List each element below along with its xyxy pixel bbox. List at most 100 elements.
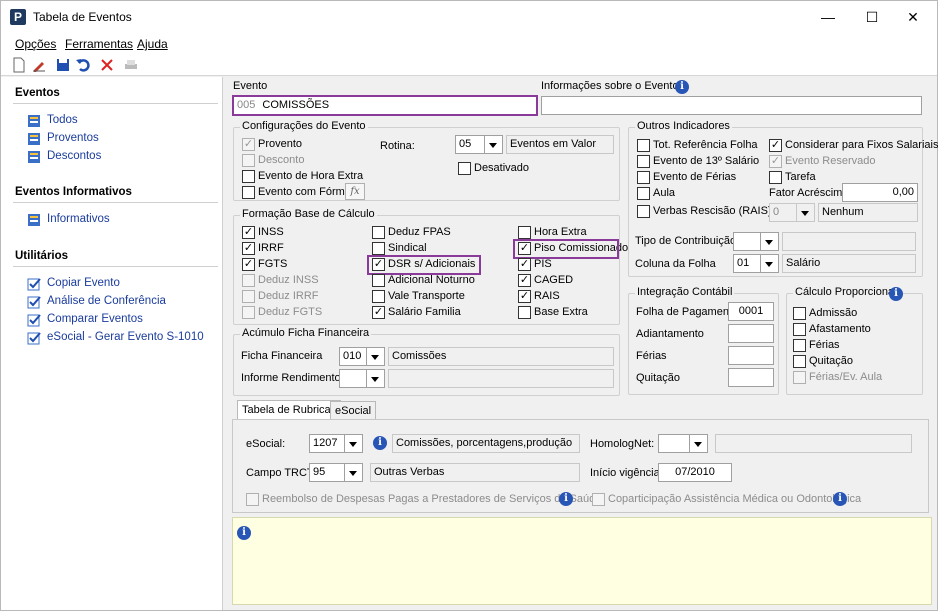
ficha-dropdown[interactable] bbox=[367, 347, 385, 366]
sidebar-section-eventos: Eventos bbox=[15, 87, 60, 99]
info-icon[interactable]: i bbox=[889, 287, 903, 301]
integracao-group: Integração Contábil Folha de Pagamento 0… bbox=[628, 286, 779, 395]
esocial-dropdown[interactable] bbox=[345, 434, 363, 453]
delete-icon[interactable] bbox=[99, 57, 115, 73]
formula-icon[interactable]: fx bbox=[345, 183, 365, 200]
undo-icon[interactable] bbox=[75, 57, 91, 73]
new-icon[interactable] bbox=[11, 57, 27, 73]
proporcional-group: Cálculo Proporcional Admissão Afastament… bbox=[786, 286, 923, 395]
divider bbox=[13, 266, 218, 267]
verbas-dropdown[interactable] bbox=[797, 203, 815, 222]
info-evento-input[interactable] bbox=[541, 96, 922, 115]
base-calculo-group: Formação Base de Cálculo ✓ INSS ✓ IRRF ✓ FG… bbox=[233, 208, 628, 325]
close-button[interactable]: ✕ bbox=[898, 6, 928, 28]
sidebar-section-utilitarios: Utilitários bbox=[15, 250, 69, 262]
fator-input[interactable]: 0,00 bbox=[842, 183, 918, 202]
base-title: Formação Base de Cálculo bbox=[240, 208, 377, 220]
sidebar-section-informativos: Eventos Informativos bbox=[15, 186, 132, 198]
tipo-value bbox=[782, 232, 916, 251]
checkmark-icon bbox=[27, 277, 41, 291]
toolbar bbox=[1, 54, 937, 76]
informe-dropdown[interactable] bbox=[367, 369, 385, 388]
esocial-code[interactable]: 1207 bbox=[309, 434, 345, 453]
proporcional-title: Cálculo Proporcional bbox=[793, 286, 899, 298]
info-icon[interactable]: i bbox=[373, 436, 387, 450]
list-icon bbox=[27, 150, 41, 164]
informe-code[interactable] bbox=[339, 369, 367, 388]
fator-label: Fator Acréscimo bbox=[769, 187, 849, 199]
folha-pagamento-input[interactable]: 0001 bbox=[728, 302, 774, 321]
tab-esocial[interactable]: eSocial bbox=[330, 401, 377, 420]
homolognet-dropdown[interactable] bbox=[690, 434, 708, 453]
main-panel: Evento 005 COMISSÕES Informações sobre o… bbox=[229, 77, 938, 610]
trct-value: Outras Verbas bbox=[370, 463, 580, 482]
adiantamento-label: Adiantamento bbox=[636, 328, 704, 340]
coluna-code[interactable]: 01 bbox=[733, 254, 761, 273]
inicio-vigencia-label: Início vigência: bbox=[590, 467, 663, 479]
coluna-folha-label: Coluna da Folha bbox=[635, 258, 716, 270]
rotina-code[interactable]: 05 bbox=[455, 135, 485, 154]
info-icon[interactable]: i bbox=[833, 492, 847, 506]
homolognet-label: HomologNet: bbox=[590, 438, 655, 450]
app-window: P Tabela de Eventos — ☐ ✕ Opções Ferrame… bbox=[0, 0, 938, 611]
outros-title: Outros Indicadores bbox=[635, 120, 732, 132]
list-icon bbox=[27, 132, 41, 146]
save-icon[interactable] bbox=[55, 57, 71, 73]
info-icon[interactable]: i bbox=[675, 80, 689, 94]
homolognet-code[interactable] bbox=[658, 434, 690, 453]
ficha-code[interactable]: 010 bbox=[339, 347, 367, 366]
app-logo-icon: P bbox=[10, 9, 26, 25]
info-icon: i bbox=[237, 526, 251, 540]
minimize-button[interactable]: — bbox=[813, 6, 843, 28]
evento-label: Evento bbox=[233, 80, 268, 92]
tipo-code[interactable] bbox=[733, 232, 761, 251]
quitacao-input[interactable] bbox=[728, 368, 774, 387]
menu-ferramentas[interactable]: Ferramentas bbox=[65, 37, 133, 51]
esocial-value: Comissões, porcentagens,produção bbox=[392, 434, 580, 453]
quitacao-label: Quitação bbox=[636, 372, 681, 384]
window-title: Tabela de Eventos bbox=[33, 10, 132, 24]
informe-value bbox=[388, 369, 614, 388]
list-icon bbox=[27, 114, 41, 128]
info-note-panel: i bbox=[232, 517, 932, 605]
title-bar: P Tabela de Eventos — ☐ ✕ bbox=[1, 1, 937, 32]
rotina-value: Eventos em Valor bbox=[506, 135, 614, 154]
divider bbox=[13, 202, 218, 203]
tipo-dropdown[interactable] bbox=[761, 232, 779, 251]
coluna-value: Salário bbox=[782, 254, 916, 273]
list-icon bbox=[27, 213, 41, 227]
verbas-code: 0 bbox=[769, 203, 797, 222]
highlight-piso bbox=[513, 239, 619, 259]
verbas-value: Nenhum bbox=[818, 203, 918, 222]
acumulo-group: Acúmulo Ficha Financeira Ficha Financeir… bbox=[233, 327, 620, 396]
divider bbox=[13, 103, 218, 104]
folha-pagamento-label: Folha de Pagamento bbox=[636, 306, 739, 318]
menu-bar: Opções Ferramentas Ajuda bbox=[1, 32, 937, 54]
print-icon[interactable] bbox=[123, 57, 139, 73]
ferias-input[interactable] bbox=[728, 346, 774, 365]
edit-icon[interactable] bbox=[31, 57, 47, 73]
tab-tabela-rubricas[interactable]: Tabela de Rubricas bbox=[237, 400, 342, 420]
config-title: Configurações do Evento bbox=[240, 120, 368, 132]
menu-opcoes[interactable]: Opções bbox=[15, 37, 56, 51]
rotina-dropdown[interactable] bbox=[485, 135, 503, 154]
coluna-dropdown[interactable] bbox=[761, 254, 779, 273]
homolognet-value bbox=[715, 434, 912, 453]
trct-dropdown[interactable] bbox=[345, 463, 363, 482]
adiantamento-input[interactable] bbox=[728, 324, 774, 343]
config-group: Configurações do Evento ✓ Provento Descon… bbox=[233, 120, 620, 201]
checkmark-icon bbox=[27, 295, 41, 309]
rotina-label: Rotina: bbox=[380, 140, 415, 152]
info-icon[interactable]: i bbox=[559, 492, 573, 506]
menu-ajuda[interactable]: Ajuda bbox=[137, 37, 168, 51]
info-evento-label: Informações sobre o Evento bbox=[541, 80, 679, 92]
inicio-vigencia-input[interactable]: 07/2010 bbox=[658, 463, 732, 482]
integracao-title: Integração Contábil bbox=[635, 286, 735, 298]
trct-code[interactable]: 95 bbox=[309, 463, 345, 482]
maximize-button[interactable]: ☐ bbox=[857, 6, 887, 28]
trct-label: Campo TRCT: bbox=[246, 467, 316, 479]
ferias-label: Férias bbox=[636, 350, 667, 362]
checkmark-icon bbox=[27, 331, 41, 345]
acumulo-title: Acúmulo Ficha Financeira bbox=[240, 327, 372, 339]
tipo-contribuicao-label: Tipo de Contribuição bbox=[635, 235, 737, 247]
